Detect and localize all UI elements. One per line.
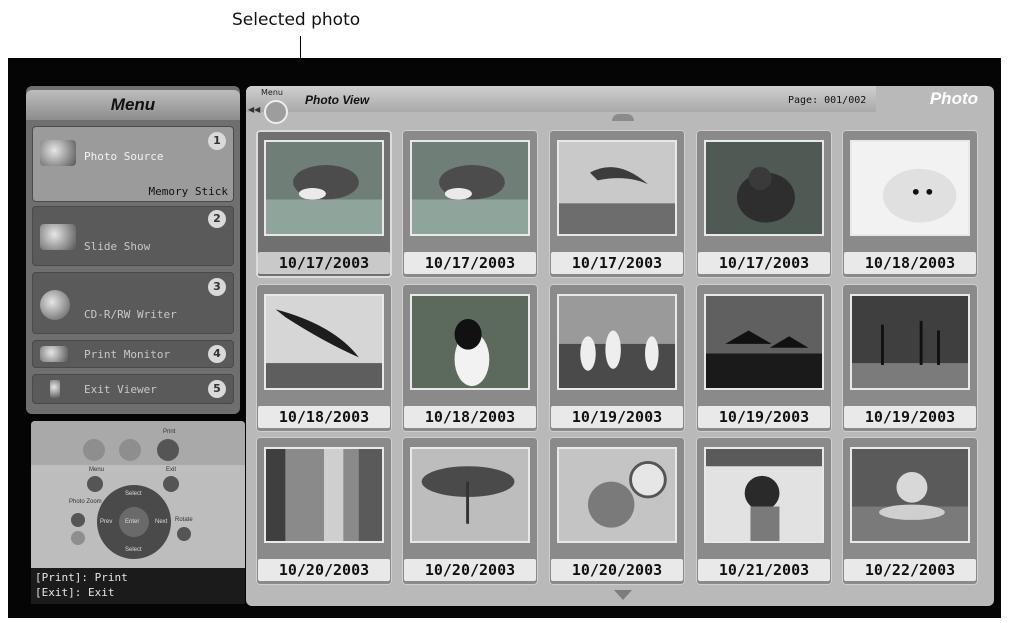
disc-icon	[40, 290, 70, 320]
menu-round-button[interactable]	[264, 100, 288, 124]
photo-date: 10/19/2003	[698, 406, 830, 428]
photo-zoom-label: Photo Zoom	[69, 499, 102, 505]
photo-thumbnail	[850, 447, 970, 543]
photo-thumbnail	[850, 294, 970, 390]
scroll-up-icon[interactable]	[612, 114, 634, 121]
photo-tile[interactable]: 10/18/2003	[402, 284, 538, 432]
help-exit: [Exit]: Exit	[35, 586, 115, 599]
menu-item-print-monitor[interactable]: Print Monitor 4	[32, 340, 234, 368]
printer-icon	[40, 346, 68, 362]
print-label: Print	[163, 429, 176, 435]
scroll-down-icon[interactable]	[614, 590, 632, 600]
menu-item-number: 3	[208, 278, 226, 296]
menu-item-number: 2	[208, 210, 226, 228]
menu-item-exit-viewer[interactable]: Exit Viewer 5	[32, 374, 234, 404]
photo-date: 10/17/2003	[404, 252, 536, 274]
menu-item-slide-show[interactable]: Slide Show 2	[32, 206, 234, 266]
photo-date: 10/18/2003	[404, 406, 536, 428]
menu-item-number: 1	[208, 132, 226, 150]
remote-button	[83, 439, 105, 461]
rotate-button	[177, 527, 191, 541]
photo-thumbnail	[704, 447, 824, 543]
photo-tile[interactable]: 10/20/2003	[402, 437, 538, 585]
photo-tile[interactable]: 10/19/2003	[696, 284, 832, 432]
photo-tile[interactable]: 10/19/2003	[842, 284, 978, 432]
photo-tile[interactable]: 10/22/2003	[842, 437, 978, 585]
select-up-label: Select	[125, 491, 142, 497]
select-down-label: Select	[125, 547, 142, 553]
photo-tile[interactable]: 10/20/2003	[256, 437, 392, 585]
photo-thumbnail	[557, 447, 677, 543]
zoom-out-button	[71, 531, 85, 545]
menu-item-photo-source[interactable]: Photo Source 1 Memory Stick	[32, 126, 234, 202]
photo-thumbnail	[557, 140, 677, 236]
menu-item-label: CD-R/RW Writer	[84, 308, 177, 321]
photo-thumbnail	[410, 447, 530, 543]
next-label: Next	[155, 519, 168, 525]
photo-tile[interactable]: 10/17/2003	[402, 130, 538, 278]
photo-thumbnail	[704, 294, 824, 390]
print-button	[157, 439, 179, 461]
zoom-in-button	[71, 513, 85, 527]
photo-tile[interactable]: 10/21/2003	[696, 437, 832, 585]
help-print: [Print]: Print	[35, 571, 128, 584]
photo-tile-selected[interactable]: 10/17/2003	[256, 130, 392, 278]
door-icon	[50, 380, 60, 398]
remote-button	[119, 439, 141, 461]
photo-tile[interactable]: 10/18/2003	[256, 284, 392, 432]
annotation-label: Selected photo	[232, 10, 361, 30]
photo-date: 10/18/2003	[258, 406, 390, 428]
photo-date: 10/20/2003	[404, 559, 536, 581]
remote-help-text: [Print]: Print [Exit]: Exit	[31, 568, 245, 604]
menu-button	[87, 476, 103, 492]
photo-date: 10/19/2003	[844, 406, 976, 428]
menu-item-number: 5	[208, 380, 226, 398]
photo-date: 10/19/2003	[551, 406, 683, 428]
menu-title: Menu	[26, 90, 240, 120]
exit-label: Exit	[166, 467, 177, 473]
photo-tile[interactable]: 10/18/2003	[842, 130, 978, 278]
remote-control-guide: Print Menu Exit Photo Zoom Enter Select …	[31, 421, 245, 604]
enter-label: Enter	[125, 519, 140, 525]
photo-thumbnail	[704, 140, 824, 236]
menu-item-sublabel: Memory Stick	[148, 185, 228, 198]
photo-thumbnail	[850, 140, 970, 236]
photo-date: 10/17/2003	[258, 252, 390, 274]
photo-tile[interactable]: 10/17/2003	[549, 130, 685, 278]
photo-date: 10/18/2003	[844, 252, 976, 274]
exit-button	[163, 476, 179, 492]
tab-photo: Photo	[929, 89, 978, 108]
camera-icon	[40, 140, 76, 166]
menu-item-number: 4	[208, 345, 226, 363]
photo-date: 10/20/2003	[551, 559, 683, 581]
photo-thumbnail	[410, 294, 530, 390]
menu-item-label: Slide Show	[84, 240, 151, 253]
photo-tile[interactable]: 10/17/2003	[696, 130, 832, 278]
photo-date: 10/20/2003	[258, 559, 390, 581]
photo-tile[interactable]: 10/20/2003	[549, 437, 685, 585]
menu-item-label: Photo Source	[84, 150, 164, 163]
photo-date: 10/17/2003	[551, 252, 683, 274]
photo-thumbnail	[264, 447, 384, 543]
photo-date: 10/17/2003	[698, 252, 830, 274]
photo-thumbnail	[264, 140, 384, 236]
photo-date: 10/22/2003	[844, 559, 976, 581]
menu-label: Menu	[89, 467, 105, 473]
prev-label: Prev	[100, 519, 113, 525]
menu-item-label: Exit Viewer	[84, 383, 157, 396]
menu-item-cd-writer[interactable]: CD-R/RW Writer 3	[32, 272, 234, 334]
slideshow-icon	[40, 224, 76, 250]
rotate-label: Rotate	[175, 517, 193, 523]
back-arrow-icon[interactable]: ◀◀	[248, 105, 260, 114]
menu-button-label: Menu	[261, 88, 283, 97]
page-indicator: Page: 001/002	[788, 95, 867, 106]
photo-thumbnail	[410, 140, 530, 236]
photo-date: 10/21/2003	[698, 559, 830, 581]
photo-thumbnail	[557, 294, 677, 390]
photo-tile[interactable]: 10/19/2003	[549, 284, 685, 432]
menu-panel: Menu Photo Source 1 Memory Stick Slide S…	[26, 86, 240, 414]
view-title: Photo View	[305, 93, 370, 107]
menu-item-label: Print Monitor	[84, 348, 171, 361]
photo-thumbnail	[264, 294, 384, 390]
